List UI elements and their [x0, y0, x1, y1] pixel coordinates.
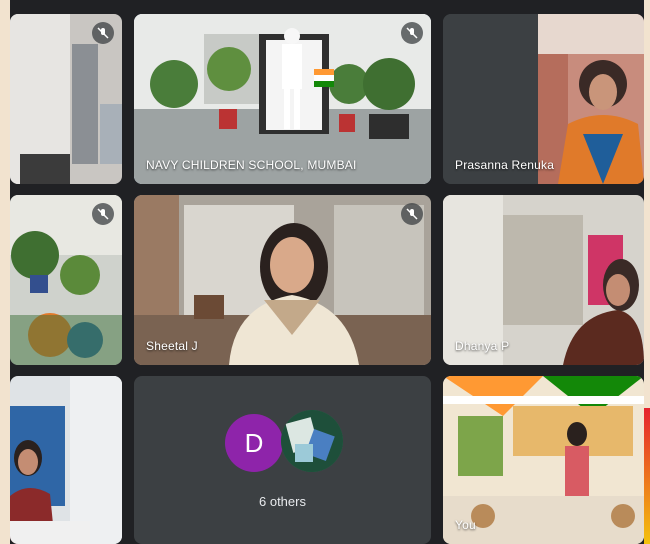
participant-tile[interactable]: Sheetal J	[134, 195, 431, 365]
decorative-edge	[644, 408, 650, 544]
meeting-grid: NAVY CHILDREN SCHOOL, MUMBAI Prasanna Re…	[10, 0, 644, 544]
participant-tile[interactable]	[10, 376, 122, 544]
others-tile[interactable]: D 6 others	[134, 376, 431, 544]
avatar: D	[225, 414, 283, 472]
mic-off-icon	[401, 203, 423, 225]
participant-name: Sheetal J	[146, 339, 198, 353]
mic-off-icon	[401, 22, 423, 44]
participant-video	[10, 376, 122, 544]
others-count: 6 others	[259, 494, 306, 509]
participant-tile[interactable]	[10, 195, 122, 365]
participant-name: Prasanna Renuka	[455, 158, 555, 172]
mic-off-icon	[92, 203, 114, 225]
participant-name-you: You	[455, 518, 476, 532]
participant-tile[interactable]	[10, 14, 122, 184]
self-tile[interactable]: You	[443, 376, 644, 544]
mic-off-icon	[92, 22, 114, 44]
participant-tile[interactable]: Prasanna Renuka	[443, 14, 644, 184]
others-group: D 6 others	[134, 376, 431, 544]
participant-name: Dhanya P	[455, 339, 510, 353]
participant-tile-school[interactable]: NAVY CHILDREN SCHOOL, MUMBAI	[134, 14, 431, 184]
participant-tile[interactable]: Dhanya P	[443, 195, 644, 365]
avatar	[281, 410, 343, 472]
avatar-image	[281, 410, 343, 472]
participant-name: NAVY CHILDREN SCHOOL, MUMBAI	[146, 158, 357, 172]
